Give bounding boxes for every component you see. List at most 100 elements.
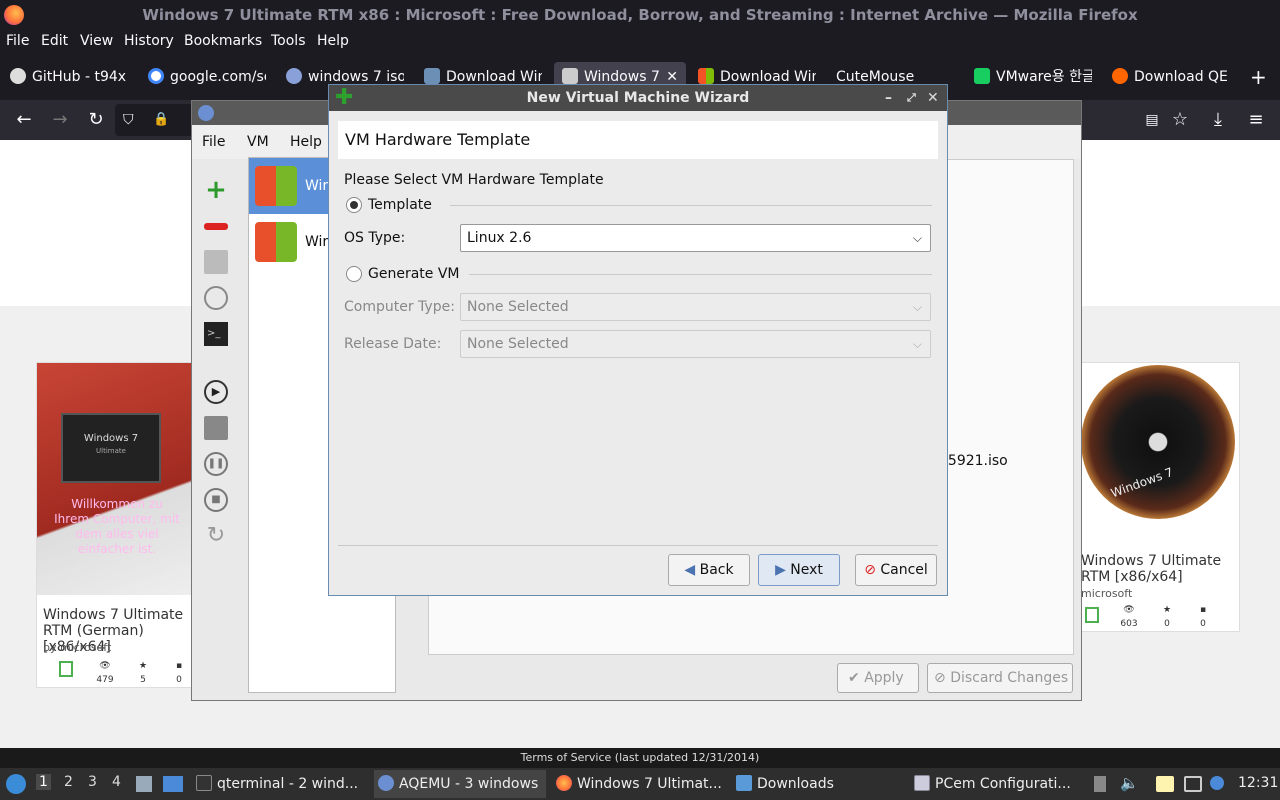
generate-vm-radio[interactable] bbox=[346, 266, 362, 282]
maximize-icon[interactable]: ⤢ bbox=[907, 85, 916, 111]
save-icon bbox=[1085, 607, 1099, 623]
close-icon[interactable]: ✕ bbox=[927, 85, 939, 111]
cancel-button[interactable]: ⊘ Cancel bbox=[855, 554, 937, 586]
comments-icon: ▪ bbox=[1199, 605, 1207, 615]
workspace-4[interactable]: 4 bbox=[112, 774, 121, 790]
menu-history[interactable]: History bbox=[124, 33, 174, 49]
taskbar: 1 2 3 4 qterminal - 2 wind... AQEMU - 3 … bbox=[0, 768, 1280, 800]
chevron-down-icon: ⌵ bbox=[912, 300, 922, 314]
task-aqemu[interactable]: AQEMU - 3 windows bbox=[374, 770, 546, 798]
tab-github[interactable]: GitHub - t94x bbox=[10, 62, 128, 92]
template-radio[interactable] bbox=[346, 197, 362, 213]
save-state-icon[interactable] bbox=[204, 416, 228, 440]
next-button[interactable]: ▶ Next bbox=[758, 554, 840, 586]
separator bbox=[450, 205, 932, 206]
delete-vm-icon[interactable] bbox=[204, 214, 228, 238]
tab-vmware-blog[interactable]: VMware용 한글 bbox=[974, 62, 1092, 92]
windows-logo-icon bbox=[255, 222, 297, 262]
favorites-icon: ★ bbox=[138, 661, 148, 671]
aqemu-icon bbox=[378, 775, 394, 791]
release-date-select[interactable]: None Selected ⌵ bbox=[460, 330, 931, 358]
os-type-select[interactable]: Linux 2.6 ⌵ bbox=[460, 224, 931, 252]
network-icon[interactable] bbox=[1184, 776, 1202, 792]
menu-file[interactable]: File bbox=[6, 33, 29, 49]
item-thumbnail[interactable]: Windows 7 Ultimate Willkommen zu Ihrem C… bbox=[37, 363, 191, 595]
menu-help[interactable]: Help bbox=[317, 33, 349, 49]
iso-filename: 55921.iso bbox=[939, 453, 1008, 469]
menu-hamburger-icon[interactable]: ≡ bbox=[1244, 108, 1268, 132]
menu-tools[interactable]: Tools bbox=[271, 33, 306, 49]
workspace-1[interactable]: 1 bbox=[36, 774, 51, 790]
comments-count: 0 bbox=[176, 675, 182, 685]
apply-button[interactable]: ✔ Apply bbox=[837, 663, 919, 693]
window-icon bbox=[914, 775, 930, 791]
bookmark-star-icon[interactable]: ☆ bbox=[1168, 108, 1192, 132]
views-count: 479 bbox=[96, 675, 114, 685]
reader-view-icon[interactable]: ▤ bbox=[1140, 108, 1164, 132]
file-manager-icon[interactable] bbox=[136, 776, 152, 792]
workspace-3[interactable]: 3 bbox=[88, 774, 97, 790]
computer-type-select[interactable]: None Selected ⌵ bbox=[460, 293, 931, 321]
clipboard-icon[interactable] bbox=[1156, 776, 1174, 792]
next-arrow-icon: ▶ bbox=[775, 562, 791, 578]
tab-download-qemu[interactable]: Download QE bbox=[1112, 62, 1228, 92]
task-firefox[interactable]: Windows 7 Ultimat... bbox=[556, 770, 726, 798]
volume-icon[interactable]: 🔈 bbox=[1120, 774, 1139, 792]
chevron-down-icon: ⌵ bbox=[912, 337, 922, 351]
stop-icon[interactable]: ■ bbox=[204, 488, 228, 512]
generate-vm-label[interactable]: Generate VM bbox=[368, 266, 460, 282]
menu-view[interactable]: View bbox=[80, 33, 113, 49]
settings-icon[interactable] bbox=[204, 250, 228, 274]
update-icon[interactable] bbox=[1210, 776, 1224, 790]
add-vm-icon[interactable]: + bbox=[204, 177, 228, 203]
item-card-x86[interactable]: Windows 7 Windows 7 Ultimate RTM [x86/x6… bbox=[1076, 362, 1240, 632]
aqemu-menu-file[interactable]: File bbox=[202, 134, 225, 150]
back-button[interactable]: ◀ Back bbox=[668, 554, 750, 586]
aqemu-menu-vm[interactable]: VM bbox=[247, 134, 269, 150]
window-title: Windows 7 Ultimate RTM x86 : Microsoft :… bbox=[142, 6, 1138, 24]
terminal-icon bbox=[196, 775, 212, 791]
reload-icon[interactable]: ↻ bbox=[84, 108, 108, 132]
disc-image[interactable]: Windows 7 bbox=[1081, 365, 1235, 519]
back-arrow-icon: ◀ bbox=[684, 562, 700, 578]
workspace-2[interactable]: 2 bbox=[64, 774, 73, 790]
task-downloads[interactable]: Downloads bbox=[736, 770, 906, 798]
download-icon[interactable]: ⤓ bbox=[1206, 108, 1230, 132]
minimize-icon[interactable]: – bbox=[885, 85, 892, 111]
discard-changes-button[interactable]: ⊘ Discard Changes bbox=[927, 663, 1073, 693]
cancel-icon: ⊘ bbox=[864, 562, 881, 578]
new-tab-button[interactable]: + bbox=[1250, 62, 1270, 92]
tab-google[interactable]: google.com/se bbox=[148, 62, 266, 92]
info-icon bbox=[286, 68, 302, 84]
aqemu-menu-help[interactable]: Help bbox=[290, 134, 322, 150]
tray-indicator-icon[interactable] bbox=[1094, 776, 1106, 792]
dialog-titlebar[interactable]: ✚ New Virtual Machine Wizard – ⤢ ✕ bbox=[329, 85, 947, 111]
lock-icon[interactable]: 🔒 bbox=[153, 110, 173, 130]
desktop-icon[interactable] bbox=[163, 776, 183, 792]
globe-icon bbox=[424, 68, 440, 84]
play-icon[interactable]: ▶ bbox=[204, 380, 228, 404]
task-qterminal[interactable]: qterminal - 2 wind... bbox=[196, 770, 364, 798]
clock-icon[interactable] bbox=[204, 286, 228, 310]
pause-icon[interactable]: ❚❚ bbox=[204, 452, 228, 476]
comments-icon: ▪ bbox=[175, 661, 183, 671]
blog-icon bbox=[974, 68, 990, 84]
template-label[interactable]: Template bbox=[368, 197, 432, 213]
menu-bookmarks[interactable]: Bookmarks bbox=[184, 33, 262, 49]
menu-edit[interactable]: Edit bbox=[41, 33, 68, 49]
check-icon: ✔ bbox=[848, 670, 865, 686]
start-menu-icon[interactable] bbox=[6, 774, 26, 794]
google-icon bbox=[148, 68, 164, 84]
computer-type-label: Computer Type: bbox=[344, 299, 455, 315]
item-card-german[interactable]: Windows 7 Ultimate Willkommen zu Ihrem C… bbox=[36, 362, 192, 688]
archive-icon bbox=[562, 68, 578, 84]
shield-icon[interactable]: ⛉ bbox=[123, 110, 143, 130]
release-date-label: Release Date: bbox=[344, 336, 442, 352]
card-title[interactable]: Windows 7 Ultimate RTM [x86/x64] bbox=[1081, 553, 1239, 585]
save-icon bbox=[59, 661, 73, 677]
forward-arrow-icon[interactable]: → bbox=[48, 108, 72, 132]
terminal-icon[interactable]: >_ bbox=[204, 322, 228, 346]
back-arrow-icon[interactable]: ← bbox=[12, 108, 36, 132]
reset-icon[interactable]: ↻ bbox=[204, 524, 228, 548]
task-pcem[interactable]: PCem Configurati... bbox=[914, 770, 1080, 798]
